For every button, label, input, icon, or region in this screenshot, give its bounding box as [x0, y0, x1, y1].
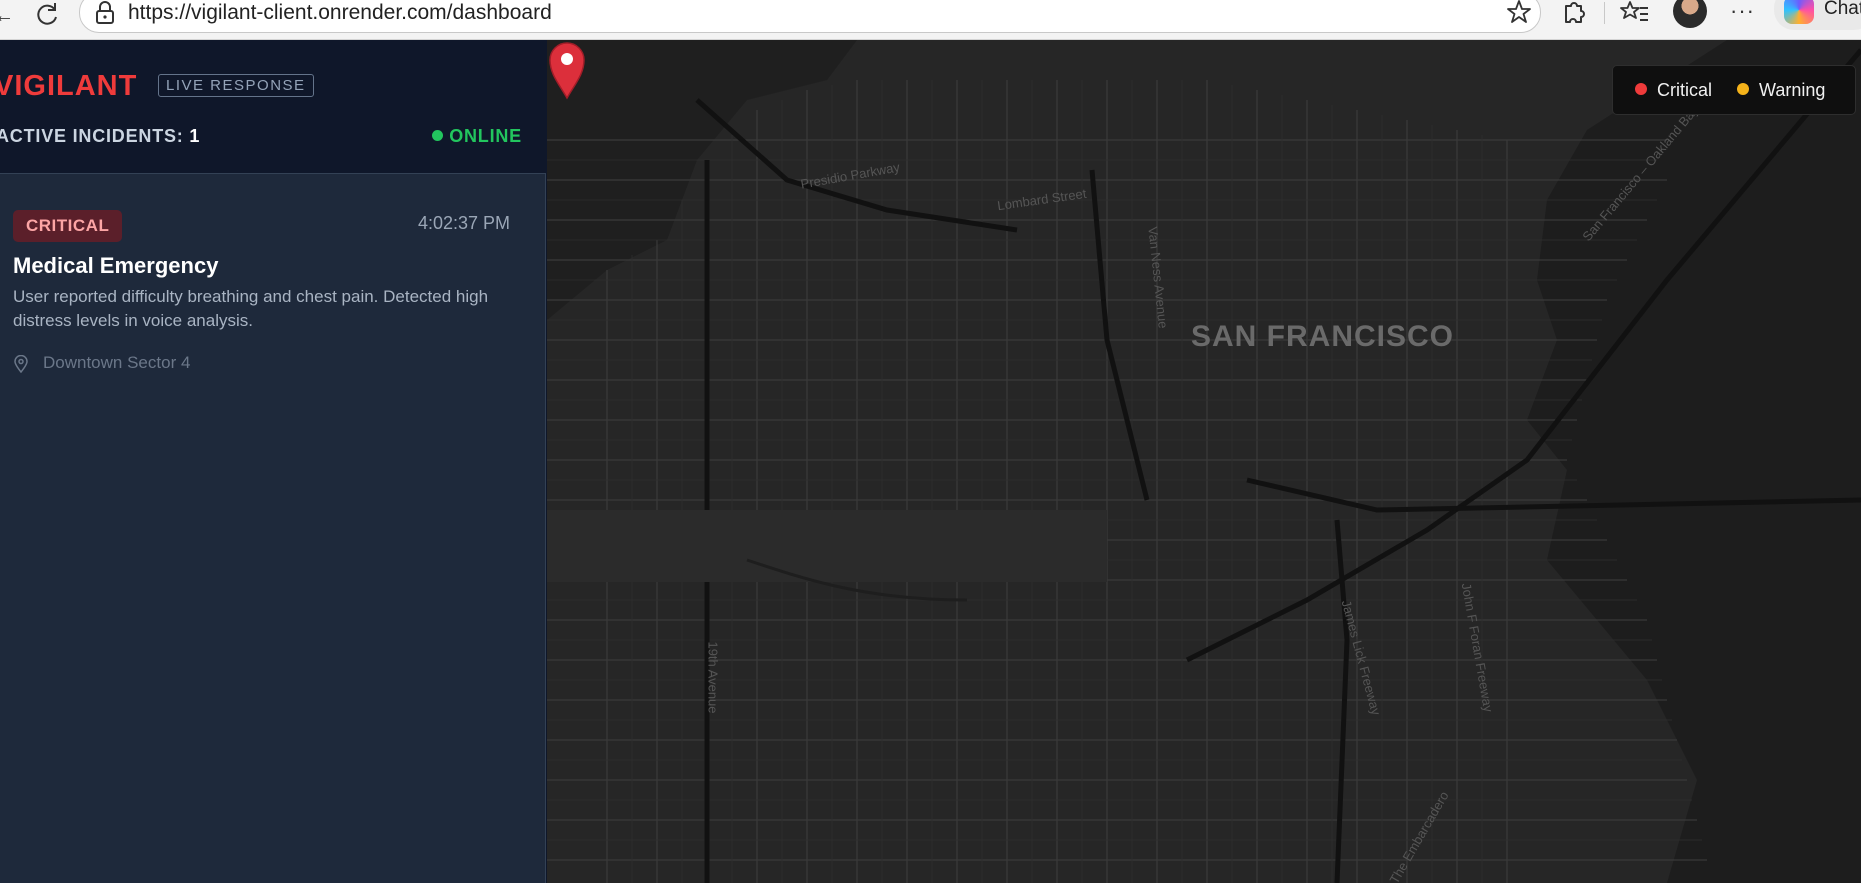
copilot-icon [1784, 0, 1814, 24]
critical-dot-icon [1635, 83, 1647, 95]
map-base-layer [547, 40, 1861, 883]
lock-icon[interactable] [94, 1, 116, 25]
incident-time: 4:02:37 PM [417, 213, 510, 233]
address-bar[interactable]: https://vigilant-client.onrender.com/das… [79, 0, 1541, 33]
active-incidents-count: 1 [189, 126, 201, 146]
toolbar-divider [1604, 2, 1605, 24]
incident-location: Downtown Sector 4 [43, 353, 191, 372]
profile-avatar[interactable] [1673, 0, 1707, 28]
map-city-label: SAN FRANCISCO [1191, 320, 1455, 353]
severity-badge: CRITICAL [13, 210, 123, 242]
browser-toolbar: ← https://vigilant-client.onrender.com/d… [0, 0, 1861, 40]
connection-status: ONLINE [432, 126, 522, 147]
sidebar-header: VIGILANT LIVE RESPONSE ACTIVE INCIDENTS:… [0, 40, 546, 174]
extensions-icon[interactable] [1558, 0, 1588, 28]
status-dot-icon [432, 130, 444, 141]
more-options-icon[interactable]: ··· [1730, 0, 1755, 24]
favorite-star-icon[interactable] [1506, 0, 1532, 25]
url-text[interactable]: https://vigilant-client.onrender.com/das… [128, 1, 552, 25]
warning-dot-icon [1737, 83, 1749, 95]
reload-icon[interactable] [34, 0, 62, 28]
active-incidents-counter: ACTIVE INCIDENTS: 1 [0, 126, 200, 147]
legend-critical: Critical [1635, 80, 1712, 101]
incident-title: Medical Emergency [13, 253, 219, 278]
location-pin-icon [14, 355, 28, 373]
app-logo: VIGILANT [0, 70, 138, 102]
favorites-icon[interactable] [1620, 0, 1650, 28]
incident-marker-icon[interactable] [547, 40, 587, 100]
copilot-chat-button[interactable]: Chat [1774, 0, 1861, 30]
incident-description: User reported difficulty breathing and c… [13, 287, 489, 330]
legend-warning: Warning [1737, 80, 1825, 101]
legend-label: Critical [1657, 80, 1713, 100]
map-legend: Critical Warning [1612, 65, 1856, 115]
legend-label: Warning [1759, 80, 1826, 100]
active-incidents-label: ACTIVE INCIDENTS: [0, 126, 184, 146]
back-arrow-icon[interactable]: ← [0, 4, 14, 28]
incident-sidebar: VIGILANT LIVE RESPONSE ACTIVE INCIDENTS:… [0, 40, 546, 883]
incident-map[interactable]: SAN FRANCISCO Presidio Parkway Lombard S… [547, 40, 1861, 883]
incident-card[interactable]: CRITICAL 4:02:37 PM Medical Emergency Us… [0, 175, 546, 375]
street-label: 19th Avenue [705, 641, 721, 714]
live-response-badge: LIVE RESPONSE [158, 74, 314, 97]
status-text: ONLINE [449, 126, 522, 146]
copilot-label: Chat [1824, 0, 1861, 19]
